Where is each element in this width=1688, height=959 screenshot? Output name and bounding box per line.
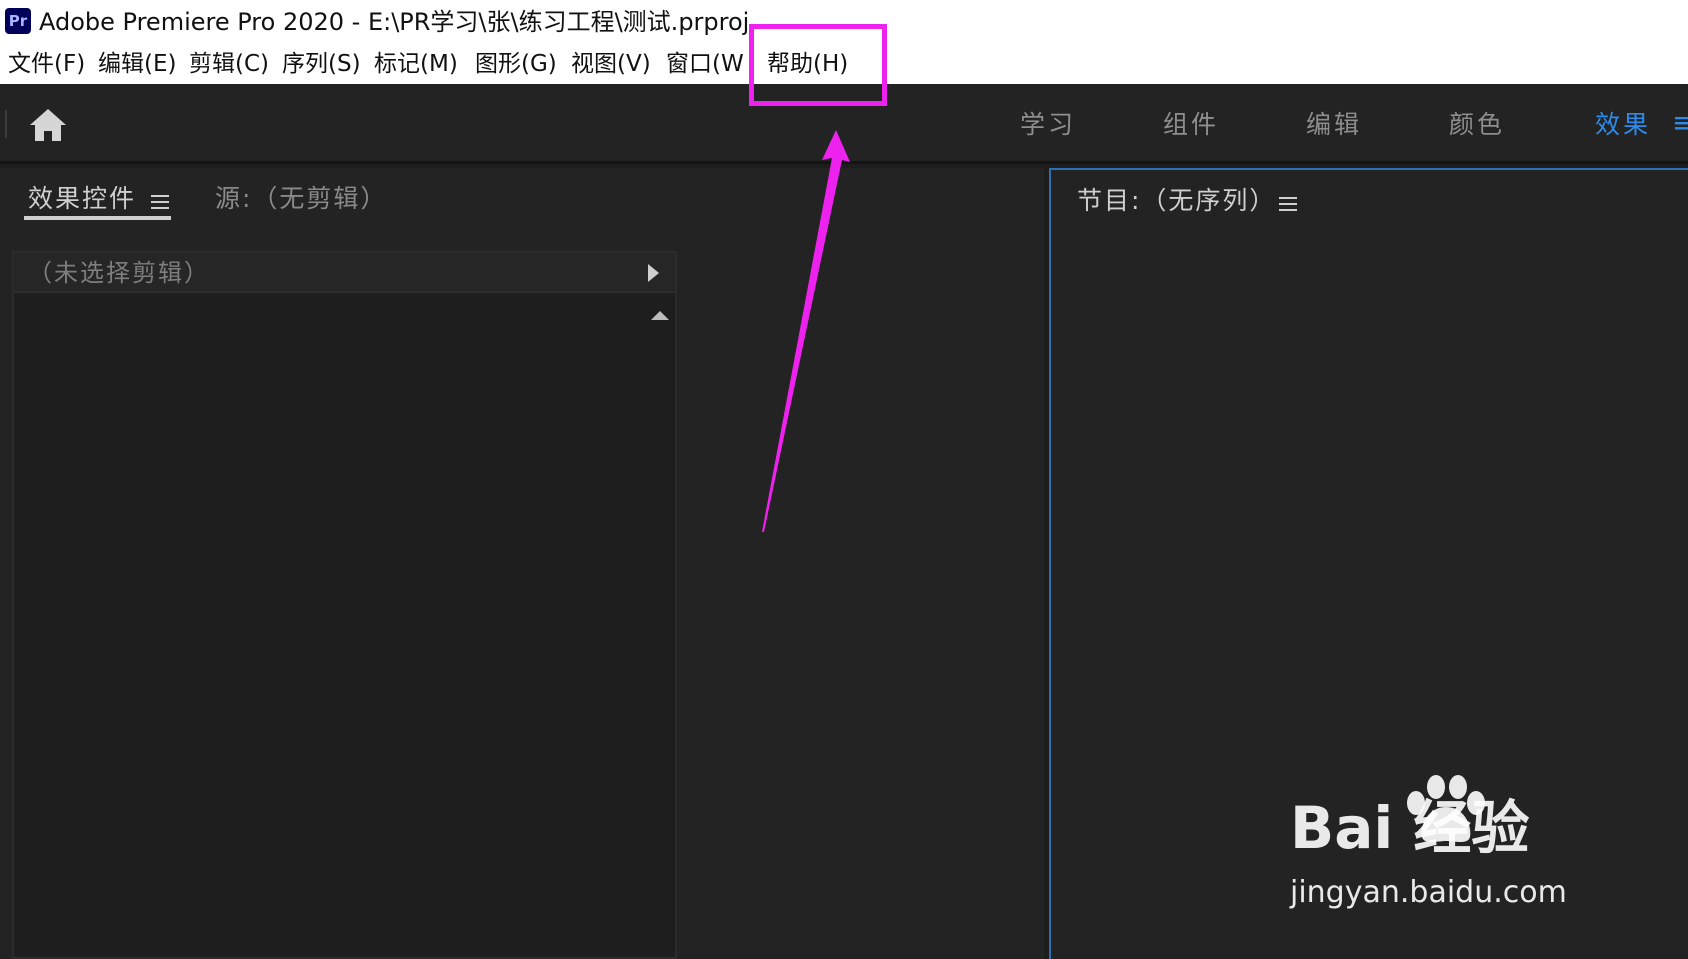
effect-controls-content: （未选择剪辑）: [12, 251, 677, 959]
scroll-up-icon[interactable]: [651, 311, 669, 320]
menu-edit[interactable]: 编辑(E): [98, 49, 176, 79]
play-triangle-icon[interactable]: [648, 264, 659, 282]
baidu-watermark: Bai 经验 jingyan.baidu.com: [1290, 775, 1610, 925]
tab-source[interactable]: 源:（无剪辑）: [215, 182, 387, 216]
tab-effect-controls[interactable]: 效果控件: [28, 182, 136, 216]
workspace-tab-editing[interactable]: 编辑: [1306, 108, 1362, 142]
header-grip-handle[interactable]: [5, 110, 7, 138]
pointer-arrow-icon: [762, 130, 850, 532]
help-menu-highlight-box: [749, 24, 887, 106]
active-tab-underline: [24, 216, 171, 220]
effect-controls-panel: 效果控件 源:（无剪辑） （未选择剪辑）: [0, 168, 1044, 959]
menu-clip[interactable]: 剪辑(C): [189, 49, 269, 79]
effect-controls-menu-icon[interactable]: [151, 195, 169, 209]
window-title: Adobe Premiere Pro 2020 - E:\PR学习\张\练习工程…: [39, 8, 750, 36]
premiere-app-icon: Pr: [5, 8, 31, 34]
menu-file[interactable]: 文件(F): [8, 49, 85, 79]
menu-view[interactable]: 视图(V): [571, 49, 651, 79]
menu-graphics[interactable]: 图形(G): [475, 49, 557, 79]
home-icon[interactable]: [28, 107, 68, 143]
workspace-tab-learning[interactable]: 学习: [1020, 108, 1076, 142]
menu-window[interactable]: 窗口(W: [666, 49, 744, 79]
baidu-watermark-brand: Bai 经验: [1290, 794, 1530, 862]
workspace-more-icon[interactable]: ≡: [1672, 106, 1688, 140]
effect-controls-header: （未选择剪辑）: [14, 253, 675, 293]
workspace-tab-assembly[interactable]: 组件: [1163, 108, 1219, 142]
menu-markers[interactable]: 标记(M): [374, 49, 458, 79]
menu-sequence[interactable]: 序列(S): [282, 49, 361, 79]
baidu-watermark-url: jingyan.baidu.com: [1290, 875, 1567, 910]
tab-program[interactable]: 节目:（无序列）: [1077, 184, 1276, 218]
program-menu-icon[interactable]: [1279, 197, 1297, 211]
no-clip-selected-label: （未选择剪辑）: [28, 259, 210, 287]
workspace-tab-color[interactable]: 颜色: [1449, 108, 1505, 142]
workspace-tab-effects[interactable]: 效果: [1595, 108, 1651, 142]
